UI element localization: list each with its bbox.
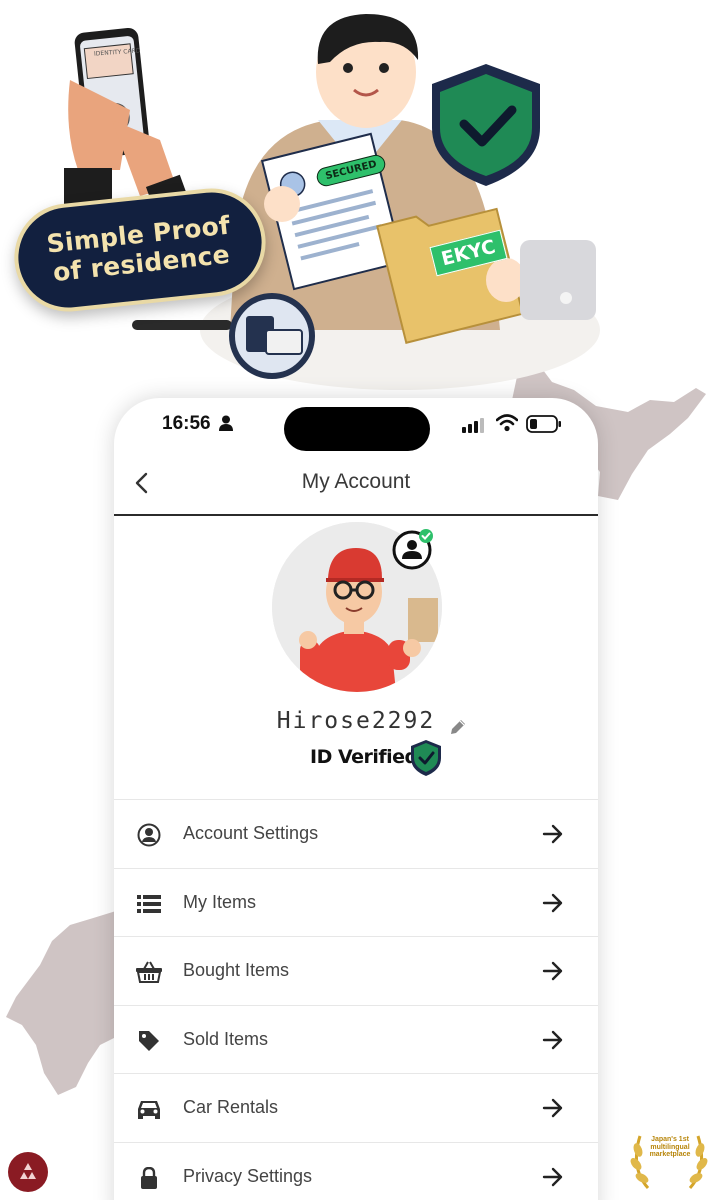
account-menu: Account Settings My Items Bought Items S… [114, 799, 598, 1200]
id-verified-label: ID Verified [310, 746, 418, 768]
account-circle-icon [136, 822, 162, 848]
shield-check-icon [411, 740, 441, 776]
menu-item-bought-items[interactable]: Bought Items [114, 936, 598, 1005]
award-text: Japan's 1st multilingual marketplace [649, 1136, 691, 1159]
menu-item-label: My Items [183, 891, 257, 912]
menu-item-my-items[interactable]: My Items [114, 867, 598, 937]
phone-frame: 16:56 My Account Hirose2292 ID Verified … [114, 398, 598, 1200]
menu-item-label: Bought Items [183, 960, 290, 981]
menu-item-label: Privacy Settings [183, 1165, 313, 1186]
username-row: Hirose2292 [114, 708, 598, 734]
page-title: My Account [301, 470, 411, 493]
arrow-right-icon [542, 893, 563, 912]
status-bar: 16:56 [114, 398, 598, 454]
arrow-right-icon [542, 1030, 563, 1049]
menu-item-car-rentals[interactable]: Car Rentals [114, 1073, 598, 1142]
menu-item-sold-items[interactable]: Sold Items [114, 1004, 598, 1074]
basket-icon [136, 959, 162, 985]
car-icon [136, 1096, 162, 1122]
verified-user-icon [392, 529, 433, 570]
menu-item-label: Car Rentals [183, 1097, 279, 1118]
list-icon [136, 891, 162, 917]
wifi-icon [496, 414, 518, 432]
tag-icon [136, 1028, 162, 1054]
menu-item-privacy-settings[interactable]: Privacy Settings [114, 1141, 598, 1200]
nav-header: My Account [114, 454, 598, 516]
hero-illustration: IDENTITY CARD SECURED EKYC Simple Proof … [0, 0, 713, 400]
menu-item-label: Sold Items [183, 1028, 269, 1049]
pencil-edit-icon[interactable] [449, 718, 467, 736]
person-icon [219, 415, 233, 431]
menu-item-label: Account Settings [183, 823, 319, 844]
menu-item-account-settings[interactable]: Account Settings [114, 799, 598, 868]
arrow-right-icon [542, 1167, 563, 1186]
cellular-signal-icon [462, 418, 484, 433]
arrow-right-icon [542, 1098, 563, 1118]
lock-icon [136, 1165, 162, 1191]
brand-logo [8, 1152, 48, 1192]
recycle-icon [20, 1163, 36, 1179]
username: Hirose2292 [276, 708, 436, 734]
dynamic-island [284, 407, 430, 451]
map-shape-kyushu [6, 911, 116, 1095]
battery-icon [526, 415, 561, 433]
arrow-right-icon [542, 961, 563, 981]
status-time: 16:56 [162, 413, 211, 434]
arrow-right-icon [542, 824, 563, 844]
